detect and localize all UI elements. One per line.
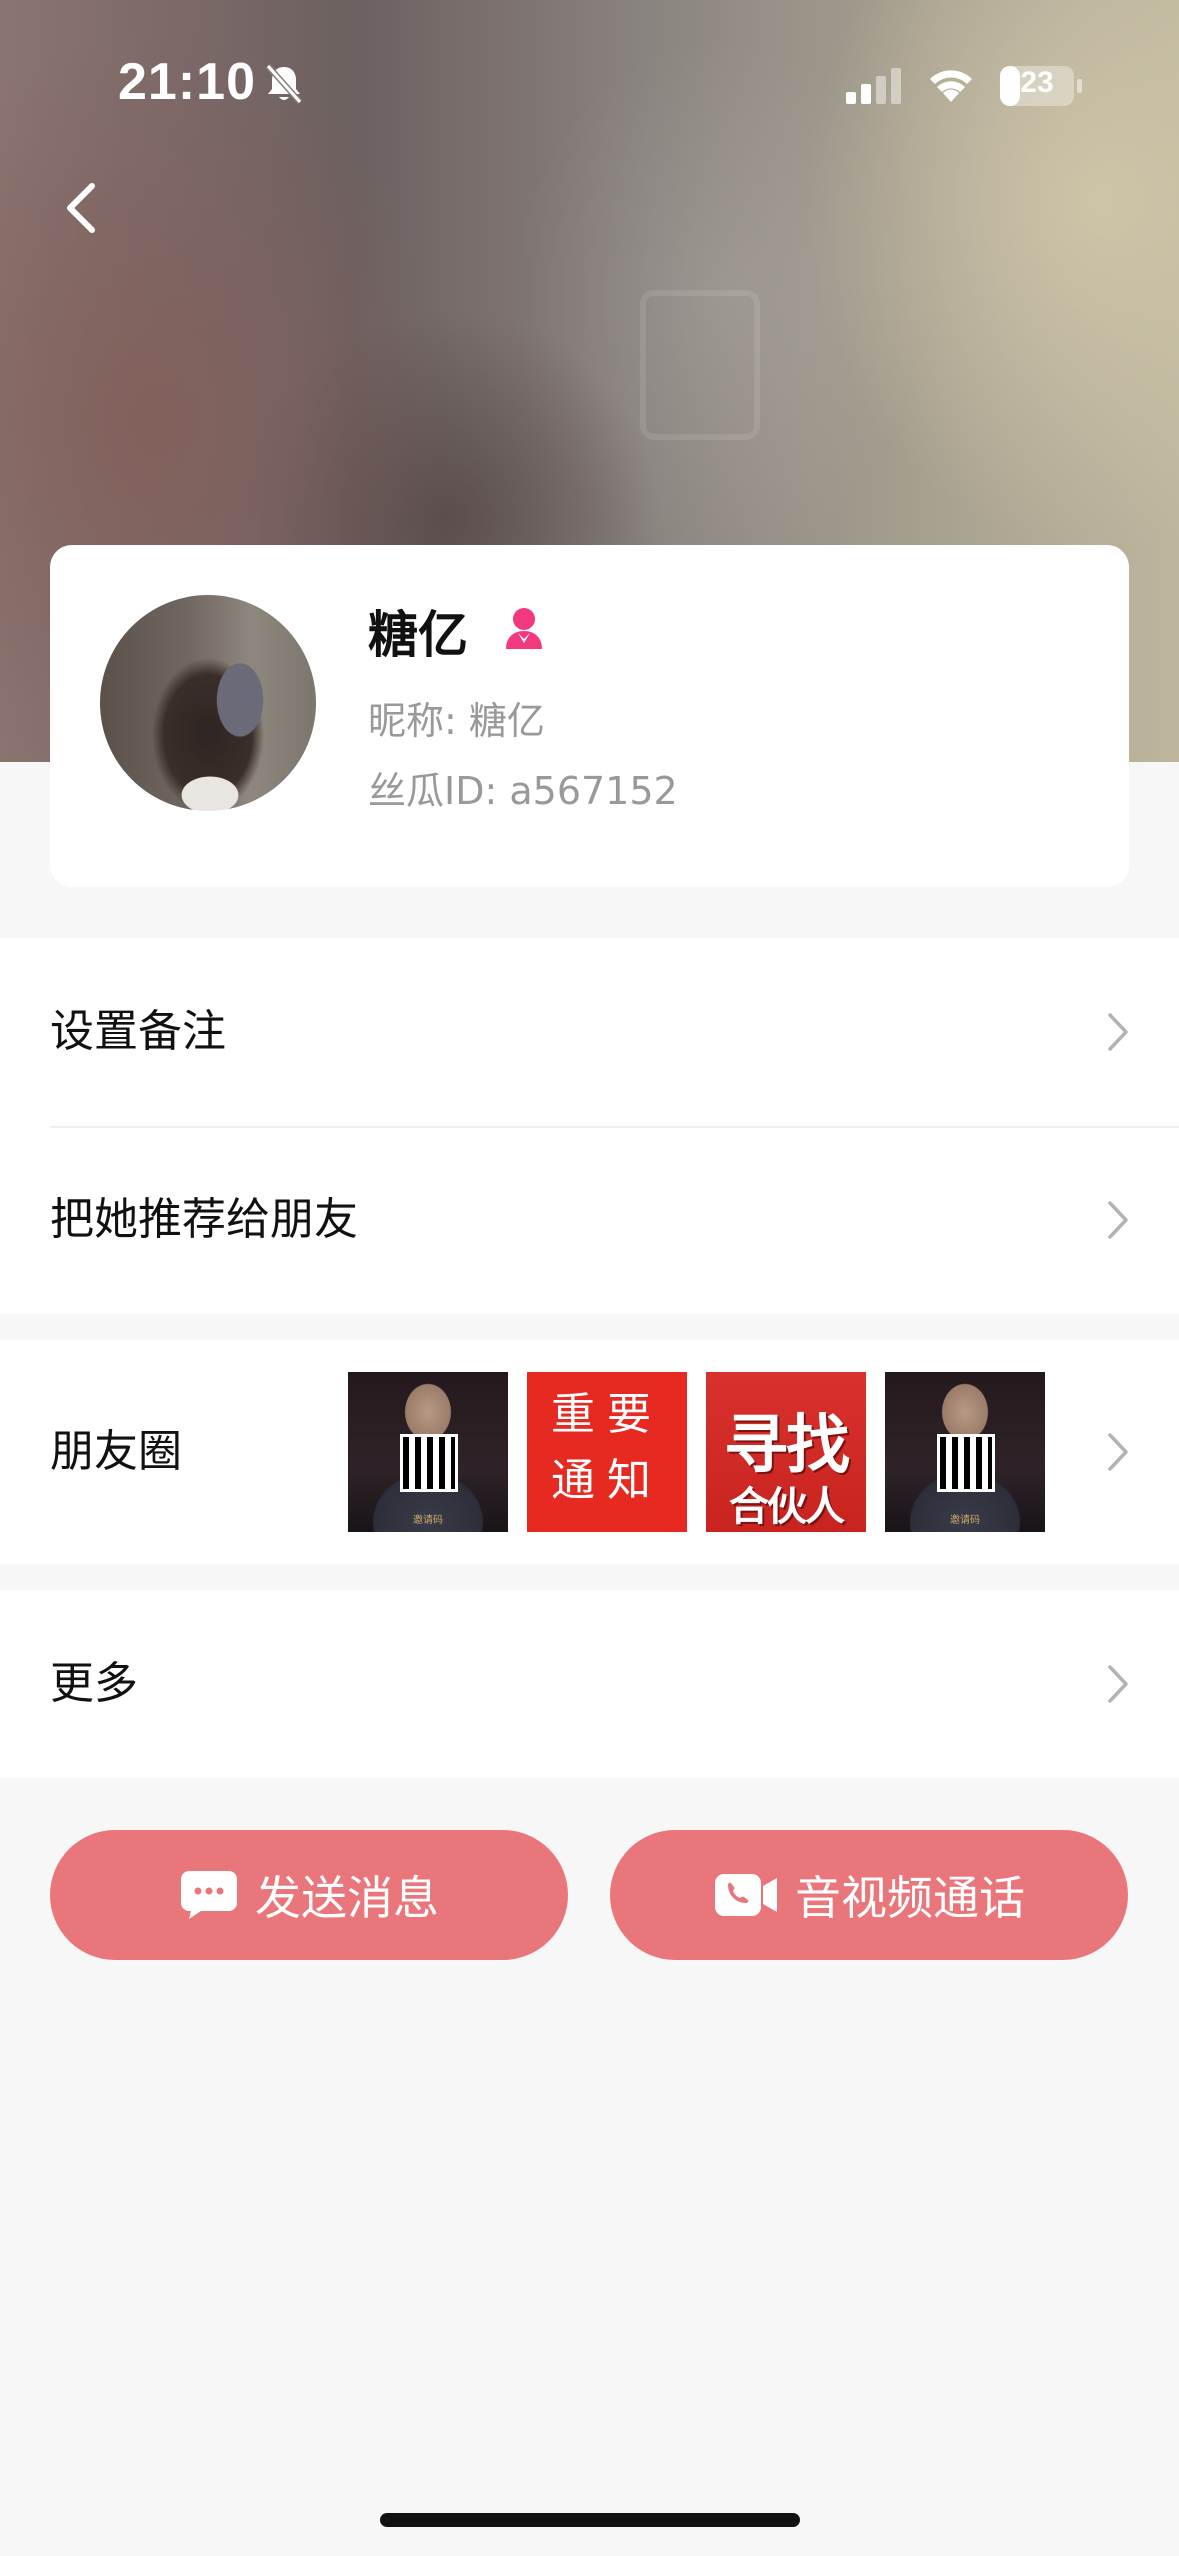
qr-caption: 邀请码: [413, 1515, 443, 1526]
profile-user-id: 丝瓜ID: a567152: [368, 769, 678, 813]
moments-thumb-partner: 寻找 合伙人: [706, 1372, 866, 1532]
recommend-label: 把她推荐给朋友: [50, 1194, 358, 1245]
back-button[interactable]: [50, 172, 120, 242]
qr-code-image: [937, 1434, 995, 1492]
chevron-left-icon: [67, 183, 95, 233]
settings-section: 设置备注 把她推荐给朋友: [0, 938, 1179, 1314]
set-remark-row[interactable]: 设置备注: [0, 938, 1179, 1126]
partner-text-line1: 寻找: [724, 1409, 850, 1483]
more-section: 更多: [0, 1590, 1179, 1778]
chevron-right-icon: [1108, 1665, 1128, 1703]
moments-label: 朋友圈: [50, 1426, 182, 1477]
qr-code-image: [400, 1434, 458, 1492]
status-bar: 21:10 23: [0, 0, 1179, 170]
cover-blurred-detail: [640, 290, 760, 440]
profile-nickname: 昵称: 糖亿: [368, 699, 545, 743]
signal-icon: [846, 68, 901, 104]
more-row[interactable]: 更多: [0, 1590, 1179, 1778]
home-indicator: [380, 2513, 800, 2527]
more-label: 更多: [50, 1658, 138, 1709]
partner-text-line2: 合伙人: [729, 1484, 845, 1530]
moments-thumbnails: 邀请码 重要通知 寻找 合伙人 邀请码: [348, 1372, 1045, 1532]
moments-section: 朋友圈 邀请码 重要通知 寻找 合伙人 邀请码: [0, 1340, 1179, 1564]
wifi-icon: [930, 70, 972, 102]
moments-thumb-poker: 邀请码: [885, 1372, 1045, 1532]
send-message-label: 发送消息: [255, 1871, 439, 1925]
chevron-right-icon: [1108, 1433, 1128, 1471]
chevron-right-icon: [1108, 1013, 1128, 1051]
bell-off-icon: [265, 64, 303, 104]
av-call-button[interactable]: 音视频通话: [610, 1830, 1128, 1960]
moments-row[interactable]: 朋友圈 邀请码 重要通知 寻找 合伙人 邀请码: [0, 1340, 1179, 1564]
moments-thumb-poker: 邀请码: [348, 1372, 508, 1532]
status-time: 21:10: [118, 53, 256, 111]
notice-text: 重要通知: [551, 1389, 663, 1506]
recommend-row[interactable]: 把她推荐给朋友: [0, 1126, 1179, 1314]
profile-name: 糖亿: [368, 606, 468, 664]
chevron-right-icon: [1108, 1201, 1128, 1239]
moments-thumb-notice: 重要通知: [527, 1372, 687, 1532]
set-remark-label: 设置备注: [50, 1006, 226, 1057]
send-message-button[interactable]: 发送消息: [50, 1830, 568, 1960]
female-icon: [506, 608, 542, 649]
video-call-icon: [713, 1870, 779, 1920]
avatar[interactable]: [100, 595, 316, 811]
battery-level: 23: [1020, 66, 1054, 99]
profile-card: 糖亿 昵称: 糖亿 丝瓜ID: a567152: [50, 545, 1129, 887]
qr-caption: 邀请码: [950, 1515, 980, 1526]
chat-bubble-icon: [179, 1869, 239, 1921]
av-call-label: 音视频通话: [795, 1871, 1025, 1925]
